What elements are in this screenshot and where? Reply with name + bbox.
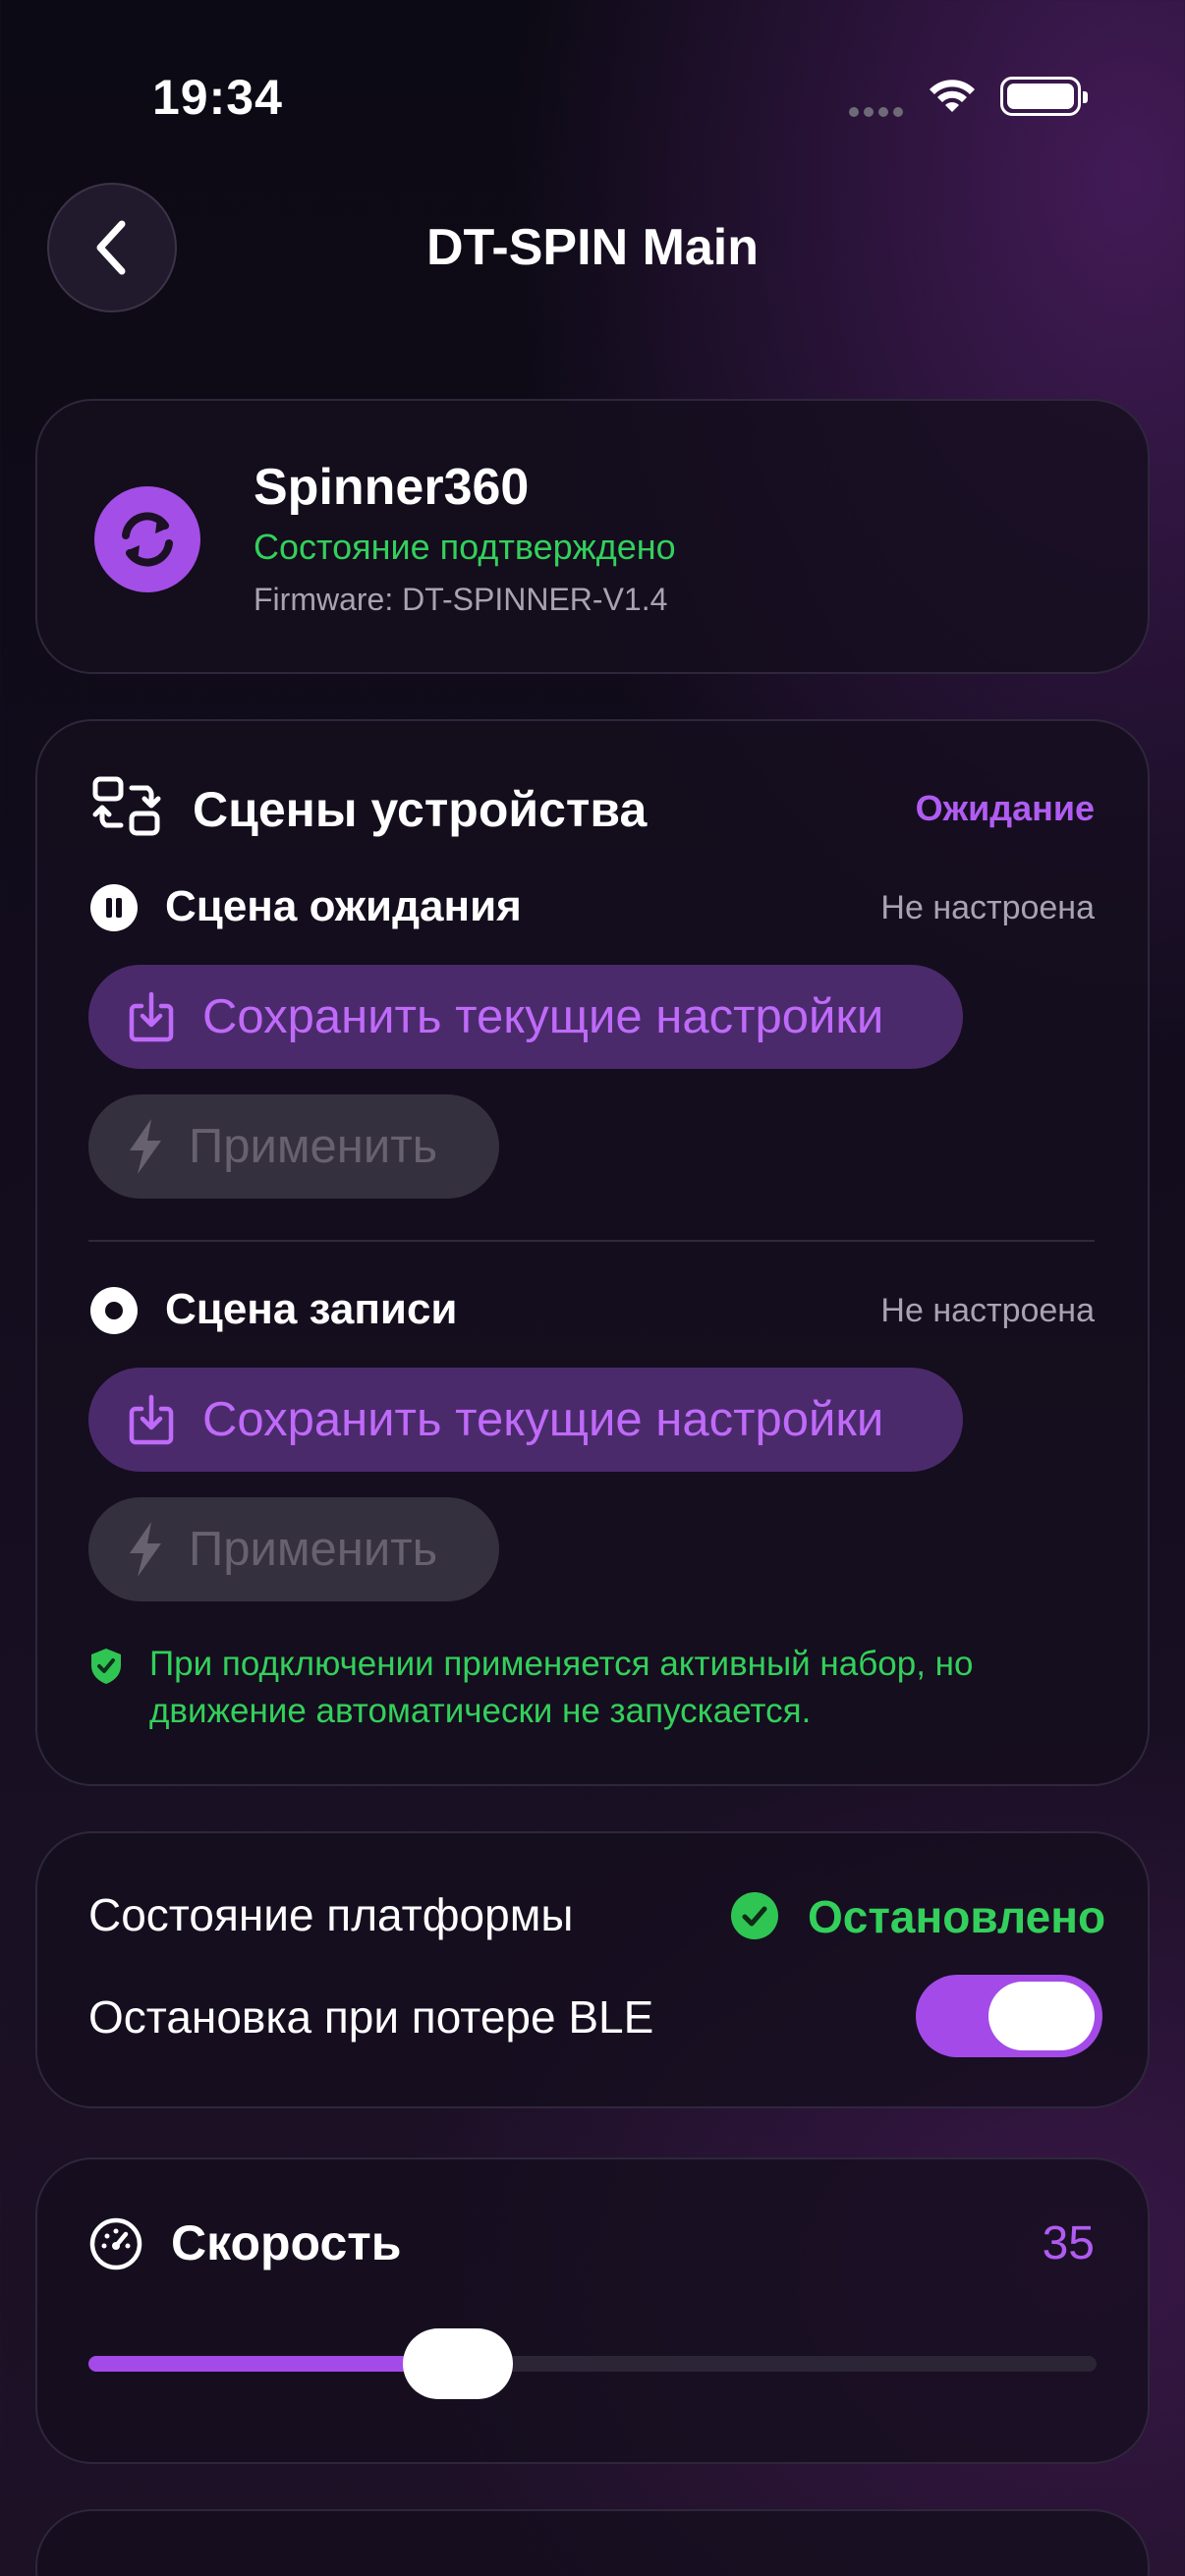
scenes-title: Сцены устройства: [193, 782, 648, 837]
speed-title: Скорость: [171, 2215, 402, 2270]
scenes-card: [35, 719, 1150, 1786]
scene-record-title: Сцена записи: [165, 1285, 458, 1333]
platform-state-label: Состояние платформы: [88, 1889, 574, 1940]
scene-record-save-label: Сохранить текущие настройки: [202, 1393, 884, 1446]
device-status: Состояние подтверждено: [254, 527, 676, 567]
speedometer-icon: [89, 2217, 142, 2270]
platform-card: [35, 1831, 1150, 2108]
scene-idle-save-label: Сохранить текущие настройки: [202, 990, 884, 1043]
speed-slider-handle[interactable]: [402, 2328, 513, 2399]
page-title: DT-SPIN Main: [425, 219, 760, 276]
next-card: [35, 2509, 1150, 2576]
shield-check-icon: [91, 1649, 121, 1684]
download-tray-icon: [129, 991, 174, 1042]
pause-icon: [90, 884, 138, 931]
battery-icon: [1000, 77, 1088, 116]
bolt-icon: [130, 1119, 161, 1174]
device-firmware: Firmware: DT-SPINNER-V1.4: [254, 582, 668, 617]
toggle-knob: [988, 1982, 1095, 2050]
status-time: 19:34: [152, 70, 283, 125]
check-circle-icon: [731, 1892, 778, 1939]
scenes-divider: [88, 1240, 1095, 1242]
scene-record-status: Не настроена: [880, 1292, 1095, 1329]
ble-stop-toggle[interactable]: [916, 1975, 1102, 2057]
device-name: Spinner360: [254, 459, 530, 516]
device-icon: [94, 486, 200, 592]
scene-record-apply-label: Применить: [189, 1523, 438, 1576]
ble-stop-label: Остановка при потере BLE: [88, 1991, 654, 2043]
cellular-signal-icon: [849, 104, 908, 118]
speed-value: 35: [1042, 2217, 1095, 2269]
scenes-note: При подключении применяется активный наб…: [149, 1645, 974, 1730]
scene-idle-status: Не настроена: [880, 889, 1095, 926]
speed-card: [35, 2157, 1150, 2464]
scene-record-apply-button[interactable]: Применить: [88, 1497, 499, 1601]
platform-state-value: Остановлено: [808, 1891, 1106, 1942]
wifi-icon: [930, 80, 975, 112]
download-tray-icon: [129, 1394, 174, 1445]
scene-idle-save-button[interactable]: Сохранить текущие настройки: [88, 965, 963, 1069]
bolt-icon: [130, 1522, 161, 1577]
scene-idle-apply-button[interactable]: Применить: [88, 1094, 499, 1199]
scenes-swap-icon: [92, 776, 161, 836]
record-icon: [90, 1287, 138, 1334]
scene-idle-title: Сцена ожидания: [165, 882, 522, 930]
scene-idle-apply-label: Применить: [189, 1120, 438, 1173]
sync-icon: [122, 512, 173, 567]
scene-record-save-button[interactable]: Сохранить текущие настройки: [88, 1368, 963, 1472]
scenes-state-badge: Ожидание: [915, 788, 1095, 828]
